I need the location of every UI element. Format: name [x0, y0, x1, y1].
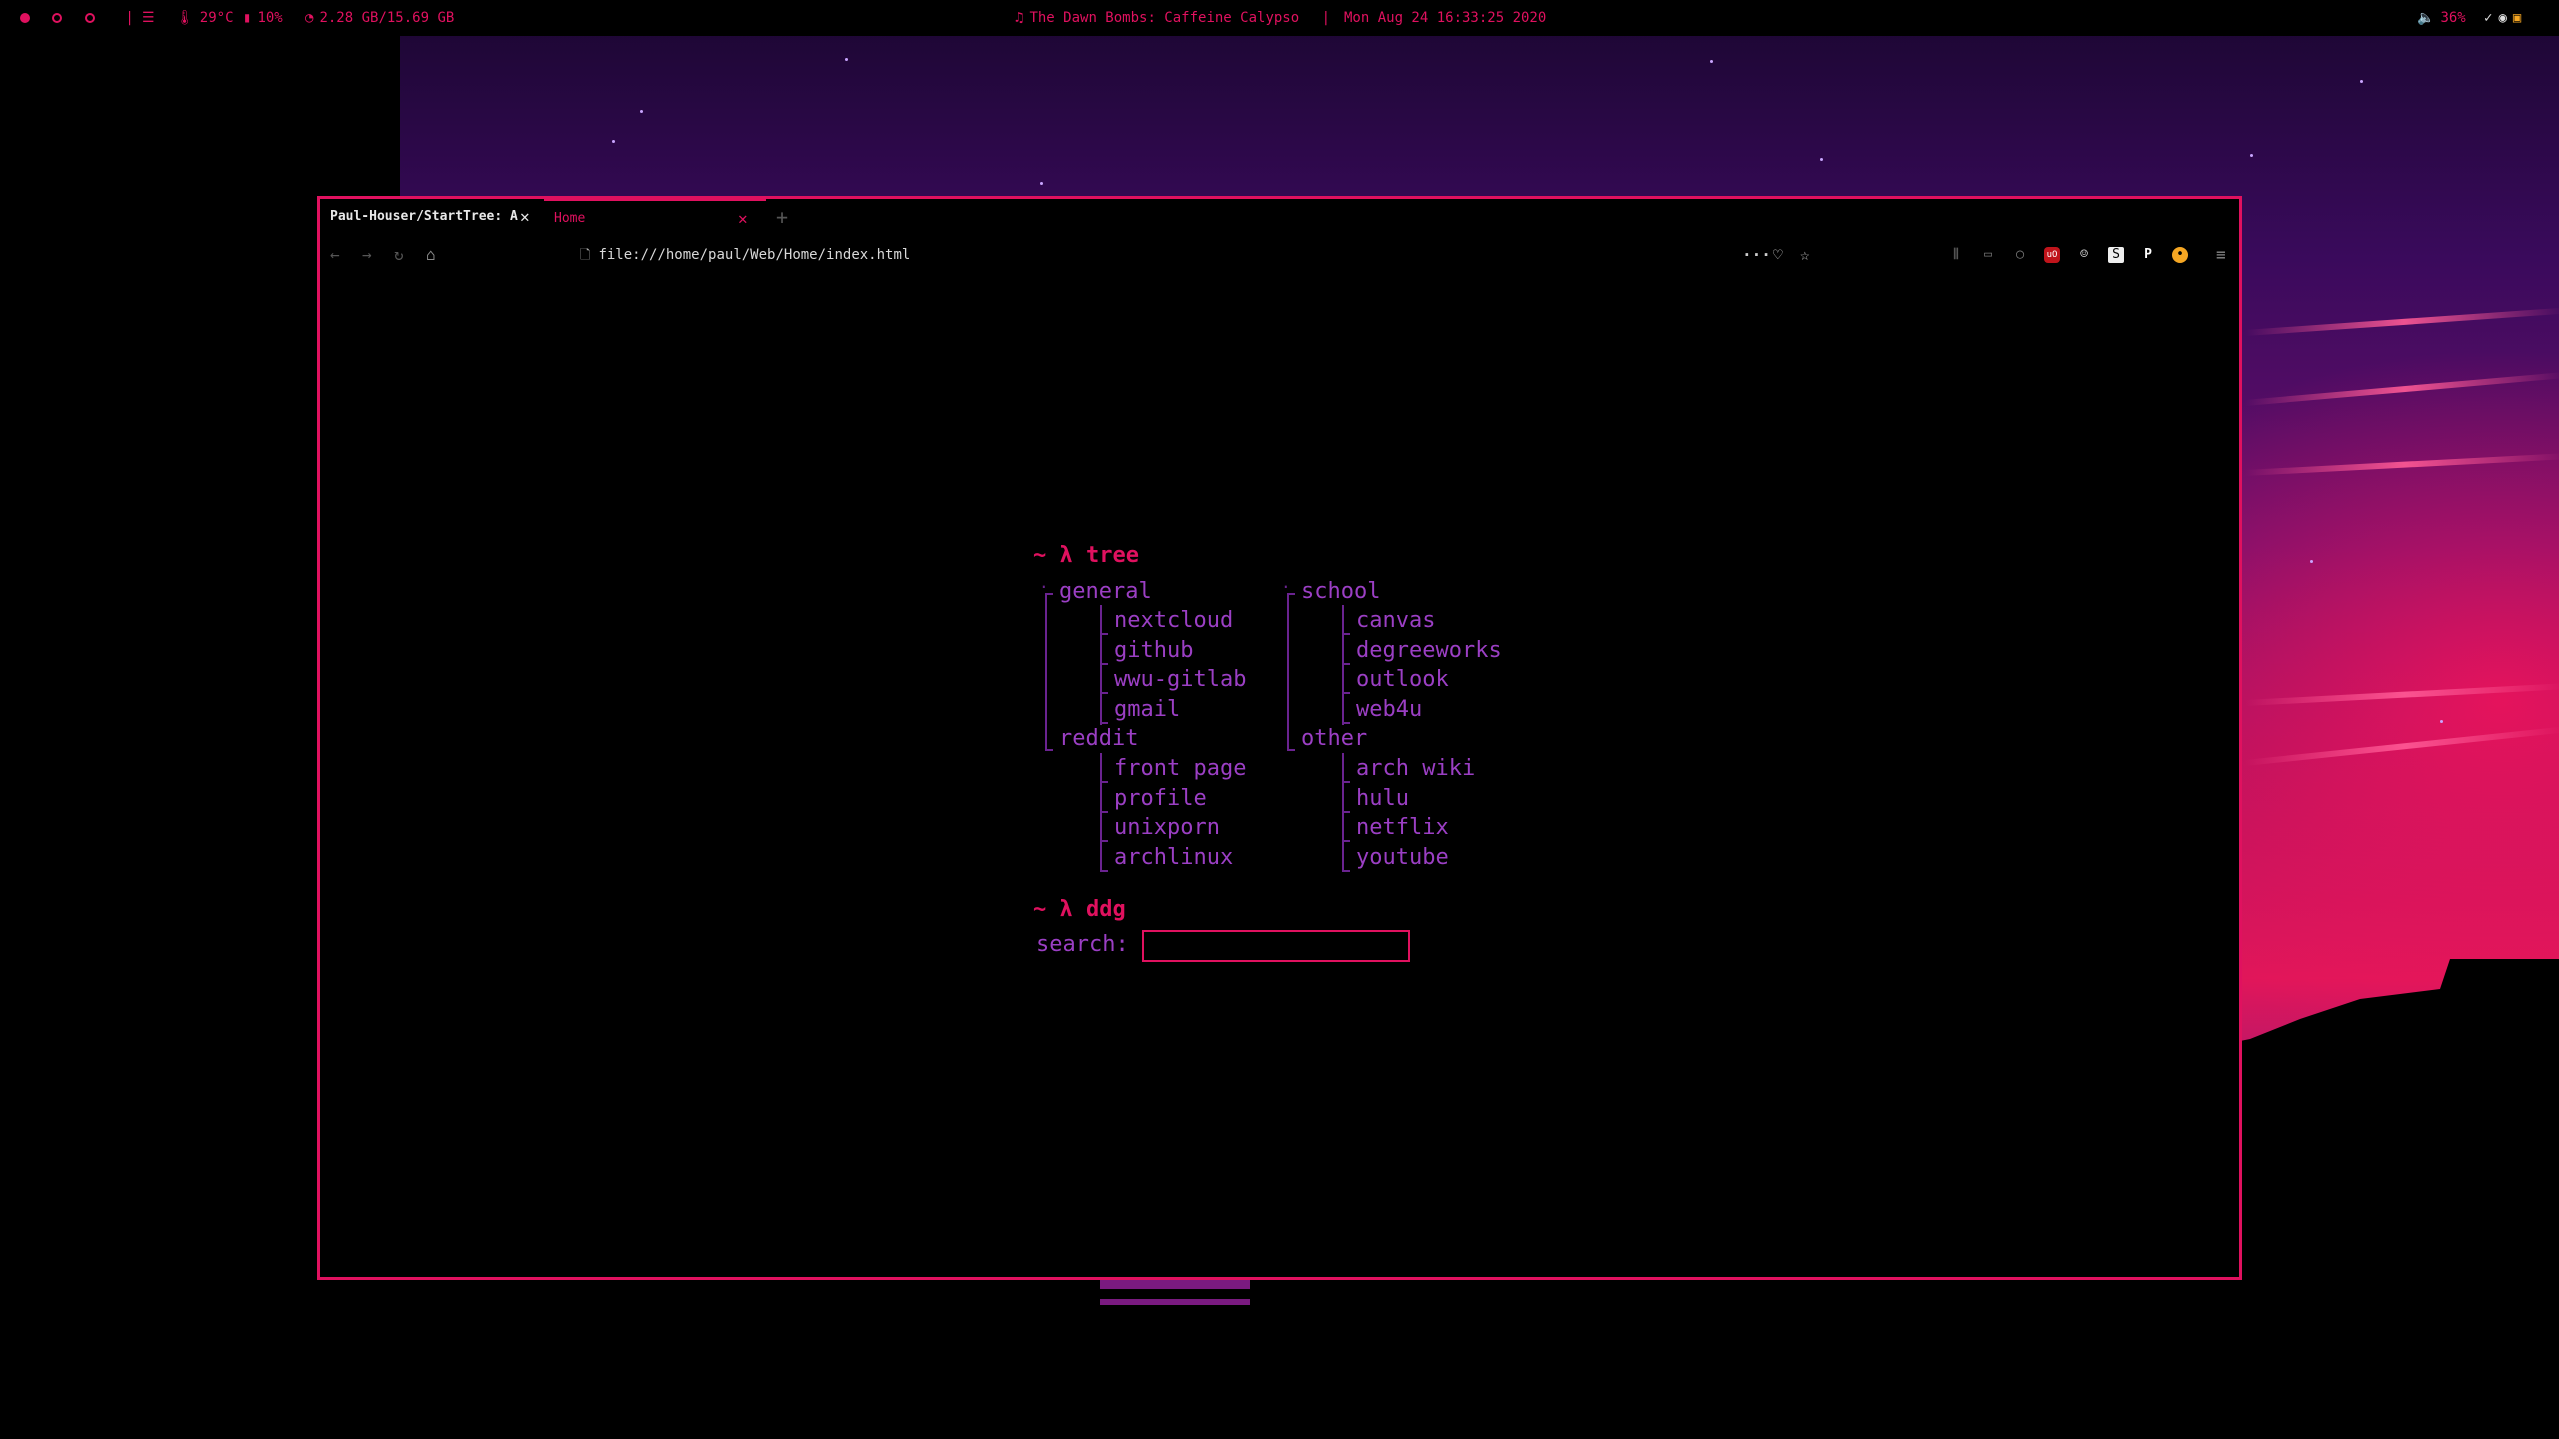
link-hulu[interactable]: hulu — [1356, 786, 1409, 811]
link-degreeworks[interactable]: degreeworks — [1356, 638, 1502, 663]
sidebar-icon[interactable]: ▭ — [1980, 247, 1996, 263]
browser-window: Paul-Houser/StartTree: A ✕ Home ✕ + ← → … — [317, 196, 2242, 1280]
workspace-2-dot[interactable] — [52, 13, 63, 23]
status-bar: | ☰ 🌡 29°C ▮ 10% ◔ 2.28 GB/15.69 GB ♫ The Da… — [0, 0, 2559, 36]
layout-indicator[interactable]: ☰ — [142, 0, 161, 36]
url-text[interactable]: file:///home/paul/Web/Home/index.html — [598, 247, 910, 263]
link-unixporn[interactable]: unixporn — [1114, 815, 1220, 840]
memory-widget: ◔ 2.28 GB/15.69 GB — [305, 0, 454, 36]
ddg-prompt: ~ λ ddg — [1033, 897, 1126, 922]
reload-icon[interactable]: ↻ — [394, 235, 404, 275]
link-archlinux[interactable]: archlinux — [1114, 845, 1233, 870]
link-outlook[interactable]: outlook — [1356, 667, 1449, 692]
ghost-icon[interactable]: ☺ — [2076, 247, 2092, 263]
cpu-icon: ▮ — [243, 10, 252, 26]
discord-icon[interactable]: ◉ — [2498, 0, 2506, 36]
tree-group-general: general — [1059, 579, 1152, 604]
link-netflix[interactable]: netflix — [1356, 815, 1449, 840]
close-tab-icon[interactable]: ✕ — [520, 199, 530, 235]
workspace-3-dot[interactable] — [84, 13, 95, 23]
tree-group-reddit: reddit — [1059, 726, 1139, 751]
link-arch-wiki[interactable]: arch wiki — [1356, 756, 1475, 781]
cookie-icon[interactable]: • — [2172, 247, 2188, 263]
tree-group-school: school — [1301, 579, 1381, 604]
check-circle-icon[interactable]: ✓ — [2484, 0, 2492, 36]
library-icon[interactable]: ⫼ — [1948, 247, 1964, 263]
tree-root-dot: . — [1039, 573, 1049, 592]
menu-lines-icon: ☰ — [142, 10, 155, 26]
steam-icon[interactable]: S — [2108, 247, 2124, 263]
link-nextcloud[interactable]: nextcloud — [1114, 608, 1233, 633]
pocket-icon[interactable]: ♡ — [1773, 235, 1783, 275]
temperature-value: 29°C — [199, 10, 234, 26]
workspace-1-dot[interactable] — [20, 13, 30, 23]
link-gmail[interactable]: gmail — [1114, 697, 1180, 722]
home-icon[interactable]: ⌂ — [426, 235, 436, 275]
workspace-indicators: | — [20, 0, 134, 36]
now-playing-widget[interactable]: ♫ The Dawn Bombs: Caffeine Calypso | — [1015, 0, 1330, 36]
volume-widget[interactable]: 🔈 36% — [2417, 0, 2466, 36]
page-actions-icon[interactable]: ··· — [1742, 235, 1771, 275]
startpage-content: ~ λ tree . general nextcloud github wwu-… — [320, 275, 2239, 1277]
ublock-icon[interactable]: uO — [2044, 247, 2060, 263]
status-separator: | — [1321, 10, 1331, 26]
tab-home[interactable]: Home ✕ — [544, 199, 766, 235]
volume-value: 36% — [2440, 10, 2466, 26]
tray-app-icon[interactable]: ▣ — [2513, 0, 2521, 36]
link-youtube[interactable]: youtube — [1356, 845, 1449, 870]
link-github[interactable]: github — [1114, 638, 1193, 663]
tab-title: Paul-Houser/StartTree: A — [330, 209, 518, 224]
url-bar[interactable]: 🗋 file:///home/paul/Web/Home/index.html — [580, 235, 910, 275]
speaker-icon: 🔈 — [2417, 10, 2435, 26]
new-tab-button[interactable]: + — [776, 199, 788, 235]
back-arrow-icon[interactable]: ← — [330, 235, 340, 275]
plus-icon: + — [776, 205, 789, 229]
cpu-value: 10% — [257, 10, 283, 26]
cpu-widget: ▮ 10% — [243, 0, 283, 36]
bookmark-star-icon[interactable]: ☆ — [1800, 235, 1810, 275]
now-playing-text: The Dawn Bombs: Caffeine Calypso — [1029, 10, 1300, 26]
page-icon: 🗋 — [580, 248, 591, 263]
account-icon[interactable]: ◯ — [2012, 247, 2028, 263]
temperature-widget: 🌡 29°C — [176, 0, 234, 36]
link-canvas[interactable]: canvas — [1356, 608, 1435, 633]
memory-icon: ◔ — [305, 10, 314, 26]
search-label: search: — [1036, 932, 1129, 957]
link-web4u[interactable]: web4u — [1356, 697, 1422, 722]
music-note-icon: ♫ — [1015, 10, 1024, 26]
tree-root-dot: . — [1281, 573, 1291, 592]
tree-prompt: ~ λ tree — [1033, 543, 1139, 568]
p-extension-icon[interactable]: P — [2140, 247, 2156, 263]
link-wwu-gitlab[interactable]: wwu-gitlab — [1114, 667, 1246, 692]
tab-bar: Paul-Houser/StartTree: A ✕ Home ✕ + — [320, 199, 2239, 235]
tab-starttree[interactable]: Paul-Houser/StartTree: A ✕ — [320, 199, 542, 235]
status-separator: | — [125, 10, 134, 26]
link-front-page[interactable]: front page — [1114, 756, 1246, 781]
link-profile[interactable]: profile — [1114, 786, 1207, 811]
thermometer-icon: 🌡 — [176, 10, 194, 26]
datetime-text: Mon Aug 24 16:33:25 2020 — [1344, 10, 1547, 26]
tree-group-other: other — [1301, 726, 1368, 751]
navigation-bar: ← → ↻ ⌂ 🗋 file:///home/paul/Web/Home/inde… — [320, 235, 2239, 275]
memory-value: 2.28 GB/15.69 GB — [319, 10, 455, 26]
menu-icon[interactable]: ≡ — [2216, 235, 2226, 275]
clock-widget: Mon Aug 24 16:33:25 2020 — [1344, 0, 1546, 36]
search-input[interactable] — [1142, 930, 1410, 962]
system-tray: ✓ ◉ ▣ — [2484, 0, 2527, 36]
forward-arrow-icon[interactable]: → — [362, 235, 372, 275]
tab-title: Home — [554, 211, 586, 226]
close-tab-icon[interactable]: ✕ — [738, 201, 748, 237]
